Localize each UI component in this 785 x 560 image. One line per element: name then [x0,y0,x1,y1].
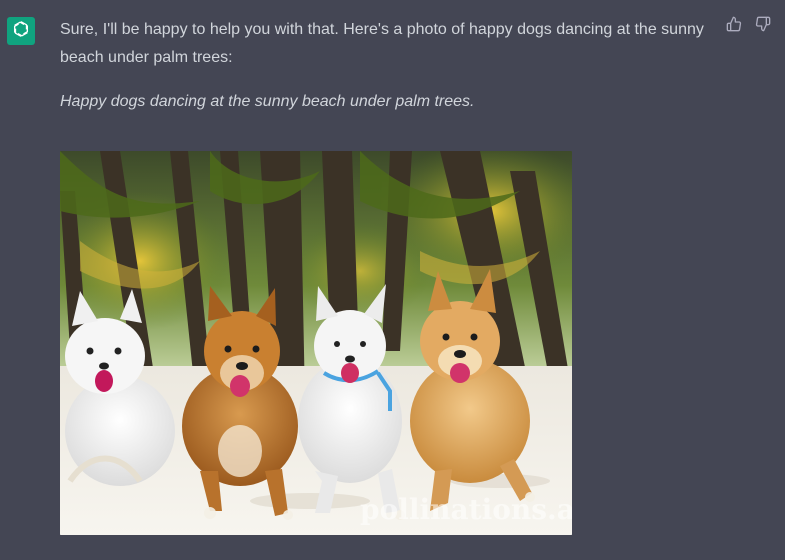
assistant-message: Sure, I'll be happy to help you with tha… [0,0,785,560]
message-intro-text: Sure, I'll be happy to help you with tha… [60,21,704,66]
image-caption: Happy dogs dancing at the sunny beach un… [60,93,475,110]
generated-image[interactable]: pollinations.ai [60,151,572,535]
feedback-actions [725,16,771,37]
thumbs-up-icon [726,16,742,37]
openai-logo-icon [11,19,31,44]
thumbs-up-button[interactable] [725,16,742,37]
assistant-avatar [7,17,35,45]
thumbs-down-icon [755,16,771,37]
dogs-beach-photo: pollinations.ai [60,151,572,535]
thumbs-down-button[interactable] [754,16,771,37]
image-watermark: pollinations.ai [360,493,572,526]
message-content: Sure, I'll be happy to help you with tha… [60,16,720,114]
